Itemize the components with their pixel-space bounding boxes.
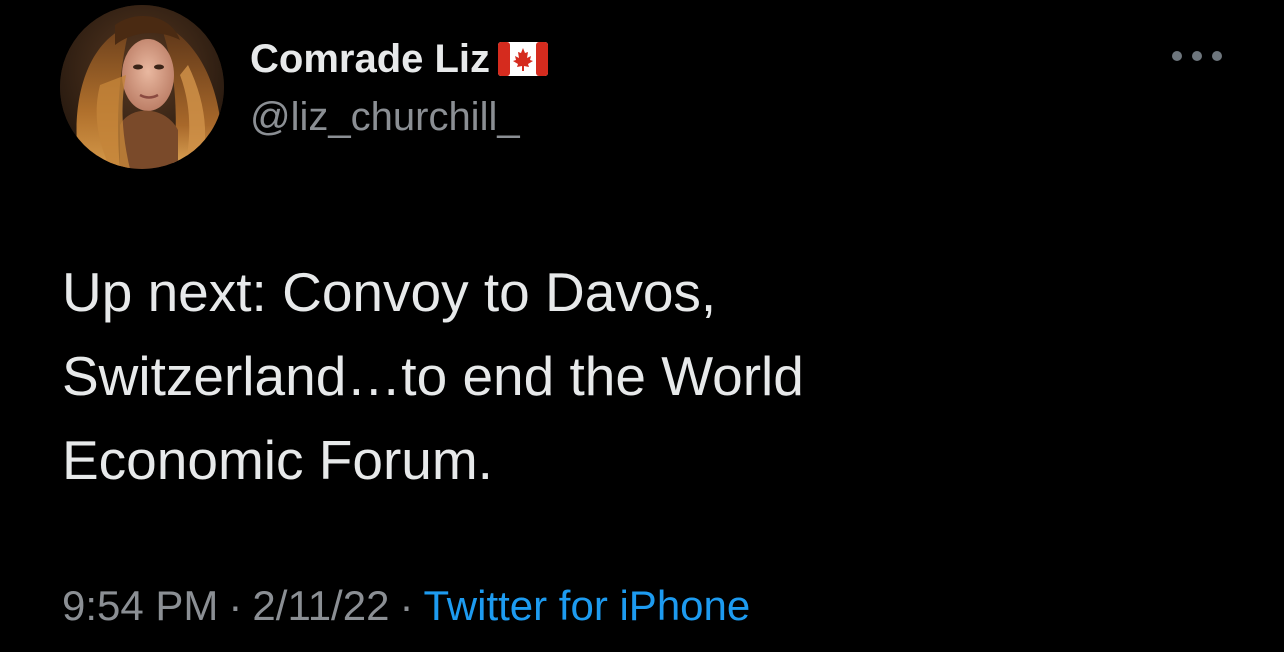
tweet-header: Comrade Liz @liz_churchill_ xyxy=(250,34,549,142)
avatar[interactable] xyxy=(60,5,224,169)
tweet-date: 2/11/22 xyxy=(252,582,390,629)
tweet-time: 9:54 PM xyxy=(62,582,219,629)
separator: · xyxy=(399,582,414,629)
more-dot xyxy=(1192,51,1202,61)
user-handle[interactable]: @liz_churchill_ xyxy=(250,92,548,142)
canada-flag-icon xyxy=(498,42,549,76)
tweet-source-link[interactable]: Twitter for iPhone xyxy=(423,582,750,629)
separator: · xyxy=(228,582,243,629)
name-row: Comrade Liz xyxy=(250,34,549,84)
avatar-image xyxy=(60,5,224,169)
tweet-text: Up next: Convoy to Davos, Switzerland…to… xyxy=(62,261,804,491)
more-options-icon[interactable] xyxy=(1172,44,1222,68)
more-dot xyxy=(1212,51,1222,61)
tweet: Comrade Liz @liz_churchill_ Up next: Con… xyxy=(0,0,1284,652)
display-name[interactable]: Comrade Liz xyxy=(250,34,490,84)
more-dot xyxy=(1172,51,1182,61)
tweet-metadata: 9:54 PM · 2/11/22 · Twitter for iPhone xyxy=(62,578,750,634)
